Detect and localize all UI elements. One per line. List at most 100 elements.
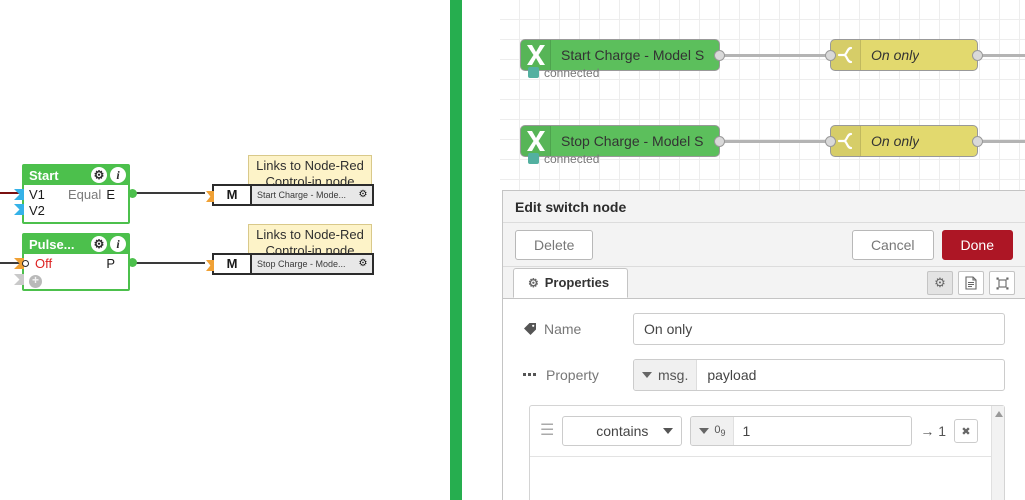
link-out-node-stop-charge[interactable]: M Stop Charge - Mode... ⚙ xyxy=(206,253,374,275)
link-node-target-text: Start Charge - Mode... xyxy=(257,190,347,200)
add-icon[interactable]: + xyxy=(29,274,42,288)
pane-divider xyxy=(450,0,462,500)
rule-output-label: → 1 xyxy=(920,423,946,439)
cancel-button[interactable]: Cancel xyxy=(851,229,934,260)
wire-switch1-out xyxy=(978,54,1025,57)
nr-node-label: Start Charge - Model S xyxy=(561,47,705,63)
link-node-target-text: Stop Charge - Mode... xyxy=(257,259,346,269)
gear-icon[interactable]: ⚙ xyxy=(357,258,369,270)
rule-delete-button[interactable]: ✖ xyxy=(954,419,978,443)
description-icon[interactable] xyxy=(958,271,984,295)
nr-node-label: On only xyxy=(871,133,920,149)
gear-icon[interactable]: ⚙ xyxy=(91,167,107,183)
property-value-input[interactable]: payload xyxy=(697,360,1004,390)
name-label-text: Name xyxy=(544,321,582,337)
block-node-pulse-add-row[interactable]: + xyxy=(14,272,128,289)
drag-handle-icon[interactable]: ☰ xyxy=(540,423,554,439)
gear-icon[interactable]: ⚙ xyxy=(927,271,953,295)
property-field-label: Property xyxy=(523,367,633,383)
form-row-name: Name On only xyxy=(523,313,1005,345)
info-icon[interactable]: i xyxy=(110,167,126,183)
block-node-start-row-v1: V1 Equal E xyxy=(14,187,137,203)
nr-input-port[interactable] xyxy=(825,136,836,147)
left-flow-editor: Start ⚙ i V1 Equal E V2 Pulse... ⚙ i Off… xyxy=(0,0,450,500)
ellipsis-icon xyxy=(523,372,539,378)
nr-input-port[interactable] xyxy=(825,50,836,61)
comment-line-1: Links to Node-Red xyxy=(256,158,364,173)
node-red-canvas[interactable]: Start Charge - Model S connected On only xyxy=(500,0,1025,190)
row-label-off: Off xyxy=(35,256,53,271)
property-input-group[interactable]: msg. payload xyxy=(633,359,1005,391)
row-operator-equal: Equal xyxy=(68,187,102,202)
rules-scrollbar[interactable] xyxy=(991,406,1004,500)
link-node-target-label: Stop Charge - Mode... ⚙ xyxy=(252,255,372,273)
dialog-title: Edit switch node xyxy=(503,191,1025,223)
block-node-pulse-icons: ⚙ i xyxy=(91,236,126,252)
chevron-down-icon xyxy=(699,428,710,434)
wire-into-pulse xyxy=(0,262,20,264)
link-out-node-start-charge[interactable]: M Start Charge - Mode... ⚙ xyxy=(206,184,374,206)
gear-icon[interactable]: ⚙ xyxy=(357,189,369,201)
wire-switch2-out xyxy=(978,140,1025,143)
info-icon[interactable]: i xyxy=(110,236,126,252)
property-type-label: msg. xyxy=(658,367,689,383)
input-port-add[interactable] xyxy=(14,274,24,285)
tab-properties[interactable]: ⚙ Properties xyxy=(513,268,629,298)
comment-line-1: Links to Node-Red xyxy=(256,227,364,242)
property-label-text: Property xyxy=(546,367,599,383)
name-field-label: Name xyxy=(523,321,633,337)
property-type-selector[interactable]: msg. xyxy=(634,360,698,390)
nr-node-switch-2[interactable]: On only xyxy=(825,125,983,157)
block-node-start-row-v2: V2 xyxy=(14,203,128,219)
chevron-down-icon xyxy=(642,372,652,378)
rule-operator-label: contains xyxy=(596,423,649,439)
block-node-start-header: Start ⚙ i xyxy=(24,166,128,185)
nr-output-port[interactable] xyxy=(714,50,725,61)
link-node-port-label: M xyxy=(214,186,252,204)
dialog-tab-bar: ⚙ Properties ⚙ xyxy=(503,267,1025,299)
wire-start-to-switch xyxy=(720,54,830,57)
rule-value-input[interactable]: 1 xyxy=(734,417,911,445)
row-label-v1: V1 xyxy=(29,187,45,202)
output-port-start[interactable] xyxy=(128,189,137,198)
wire-start-to-link1 xyxy=(130,192,205,194)
scroll-up-icon[interactable] xyxy=(995,411,1003,417)
block-node-start-icons: ⚙ i xyxy=(91,167,126,183)
status-dot-icon xyxy=(528,67,539,78)
name-input[interactable]: On only xyxy=(633,313,1005,345)
rule-operator-select[interactable]: contains xyxy=(562,416,683,446)
appearance-icon[interactable] xyxy=(989,271,1015,295)
status-dot-icon xyxy=(528,153,539,164)
done-button[interactable]: Done xyxy=(941,229,1013,260)
rule-value-group[interactable]: 09 1 xyxy=(690,416,913,446)
block-node-start[interactable]: Start ⚙ i V1 Equal E V2 xyxy=(14,164,137,224)
block-node-pulse-header: Pulse... ⚙ i xyxy=(24,235,128,254)
input-port-v2[interactable] xyxy=(14,204,24,215)
block-node-start-title: Start xyxy=(29,168,59,183)
rules-container: ☰ contains 09 1 → 1 ✖ xyxy=(529,405,1005,500)
delete-button[interactable]: Delete xyxy=(515,229,594,260)
gear-icon[interactable]: ⚙ xyxy=(91,236,107,252)
block-node-pulse-title: Pulse... xyxy=(29,237,75,252)
screenshot-root: Start ⚙ i V1 Equal E V2 Pulse... ⚙ i Off… xyxy=(0,0,1025,500)
link-node-input-port[interactable] xyxy=(206,260,214,271)
output-port-pulse[interactable] xyxy=(128,258,137,267)
link-node-input-port[interactable] xyxy=(206,191,214,202)
dialog-tool-icons: ⚙ xyxy=(927,271,1015,295)
status-text: connected xyxy=(544,152,600,166)
status-text: connected xyxy=(544,66,600,80)
rule-value-type-selector[interactable]: 09 xyxy=(691,417,735,445)
input-port-v1[interactable] xyxy=(14,189,24,200)
gear-icon: ⚙ xyxy=(528,276,539,290)
row-label-v2: V2 xyxy=(29,203,45,218)
tag-icon xyxy=(523,322,537,336)
nr-output-port[interactable] xyxy=(714,136,725,147)
row-output-p: P xyxy=(106,256,115,271)
node-red-pane: Start Charge - Model S connected On only xyxy=(462,0,1025,500)
block-node-pulse-body: Off P + xyxy=(14,256,137,289)
form-row-property: Property msg. payload xyxy=(523,359,1005,391)
block-node-pulse[interactable]: Pulse... ⚙ i Off P + xyxy=(14,233,137,291)
nr-output-port[interactable] xyxy=(972,50,983,61)
nr-node-switch-1[interactable]: On only xyxy=(825,39,983,71)
nr-output-port[interactable] xyxy=(972,136,983,147)
